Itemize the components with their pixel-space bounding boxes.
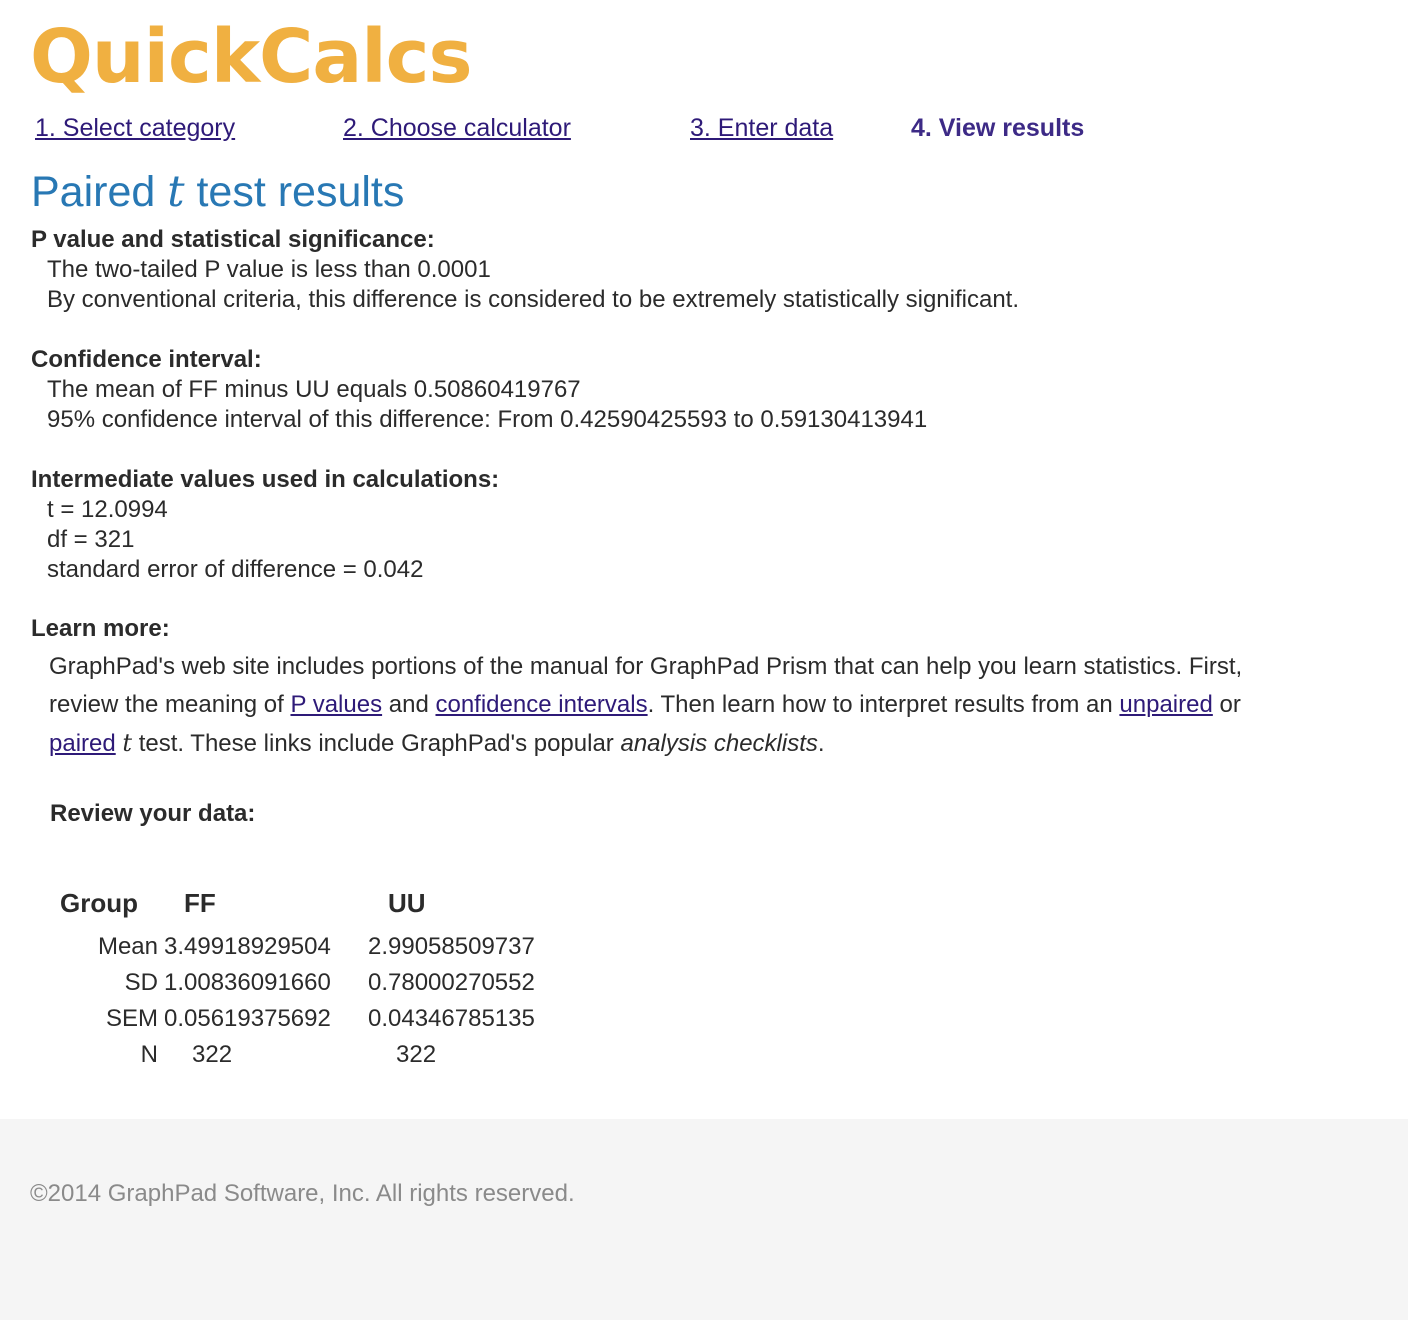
uu-cell: 0.04346785135 (368, 1005, 535, 1032)
pvalue-heading: P value and statistical significance: (31, 226, 435, 253)
column-header-ff: FF (184, 888, 216, 918)
table-row: N 322 322 (58, 1037, 570, 1073)
learn-text-6: test. These links include GraphPad's pop… (132, 730, 621, 757)
quickcalcs-logo[interactable]: QuickCalcs (30, 12, 473, 102)
ff-cell: 3.49918929504 (164, 933, 331, 960)
ci-range-line: 95% confidence interval of this differen… (47, 406, 928, 433)
review-data-heading: Review your data: (50, 800, 256, 827)
mean-difference-line: The mean of FF minus UU equals 0.5086041… (47, 376, 581, 403)
significance-line: By conventional criteria, this differenc… (47, 286, 1020, 313)
review-data-table: Group FF UU Mean 3.49918929504 2.9905850… (58, 884, 570, 1073)
learn-text-2: and (382, 691, 436, 718)
copyright-text: ©2014 GraphPad Software, Inc. All rights… (30, 1180, 575, 1207)
learn-text-7: . (817, 730, 825, 757)
learn-text-3: . Then learn how to interpret results fr… (647, 691, 1120, 718)
step-view-results-current: 4. View results (911, 114, 1085, 142)
paired-link[interactable]: paired (49, 730, 116, 757)
ff-cell: 1.00836091660 (164, 969, 331, 996)
unpaired-link[interactable]: unpaired (1119, 691, 1212, 718)
ff-cell: 322 (192, 1041, 233, 1068)
page: QuickCalcs 1. Select category 2. Choose … (0, 0, 1408, 1320)
step-navigation: 1. Select category 2. Choose calculator … (0, 114, 1408, 148)
table-row: SD 1.00836091660 0.78000270552 (58, 965, 570, 1001)
df-line: df = 321 (47, 526, 135, 553)
analysis-checklists-text: analysis checklists (620, 730, 818, 757)
column-header-uu: UU (388, 888, 426, 918)
confidence-interval-heading: Confidence interval: (31, 346, 262, 373)
p-values-link[interactable]: P values (290, 691, 382, 718)
learn-more-heading: Learn more: (31, 615, 170, 642)
title-t-italic: t (167, 167, 185, 217)
row-label: N (140, 1041, 158, 1068)
footer: ©2014 GraphPad Software, Inc. All rights… (0, 1119, 1408, 1320)
step-enter-data-link[interactable]: 3. Enter data (690, 114, 833, 143)
uu-cell: 0.78000270552 (368, 969, 535, 996)
intermediate-values-heading: Intermediate values used in calculations… (31, 466, 500, 493)
row-label: SD (124, 969, 158, 996)
learn-text-4: or (1212, 691, 1241, 718)
learn-more-paragraph: GraphPad's web site includes portions of… (31, 648, 1251, 763)
title-suffix: test results (184, 168, 405, 216)
row-label: SEM (105, 1005, 158, 1032)
t-value-line: t = 12.0994 (47, 496, 168, 523)
confidence-interval-section: Confidence interval: The mean of FF minu… (31, 345, 927, 435)
pvalue-line: The two-tailed P value is less than 0.00… (47, 256, 491, 283)
title-prefix: Paired (31, 168, 168, 216)
table-row: Mean 3.49918929504 2.99058509737 (58, 929, 570, 965)
pvalue-section: P value and statistical significance: Th… (31, 225, 1019, 315)
intermediate-values-section: Intermediate values used in calculations… (31, 465, 499, 585)
page-title: Paired t test results (31, 166, 404, 218)
confidence-intervals-link[interactable]: confidence intervals (435, 691, 647, 718)
step-choose-calculator-link[interactable]: 2. Choose calculator (343, 114, 571, 143)
step-select-category-link[interactable]: 1. Select category (35, 114, 235, 143)
ff-cell: 0.05619375692 (164, 1005, 331, 1032)
column-header-group: Group (60, 888, 138, 918)
table-row: SEM 0.05619375692 0.04346785135 (58, 1001, 570, 1037)
t-italic: t (122, 729, 133, 757)
uu-cell: 322 (396, 1041, 437, 1068)
learn-more-section: Learn more: GraphPad's web site includes… (31, 614, 1251, 763)
table-header-row: Group FF UU (58, 884, 570, 929)
row-label: Mean (97, 933, 158, 960)
uu-cell: 2.99058509737 (368, 933, 535, 960)
standard-error-line: standard error of difference = 0.042 (47, 556, 424, 583)
